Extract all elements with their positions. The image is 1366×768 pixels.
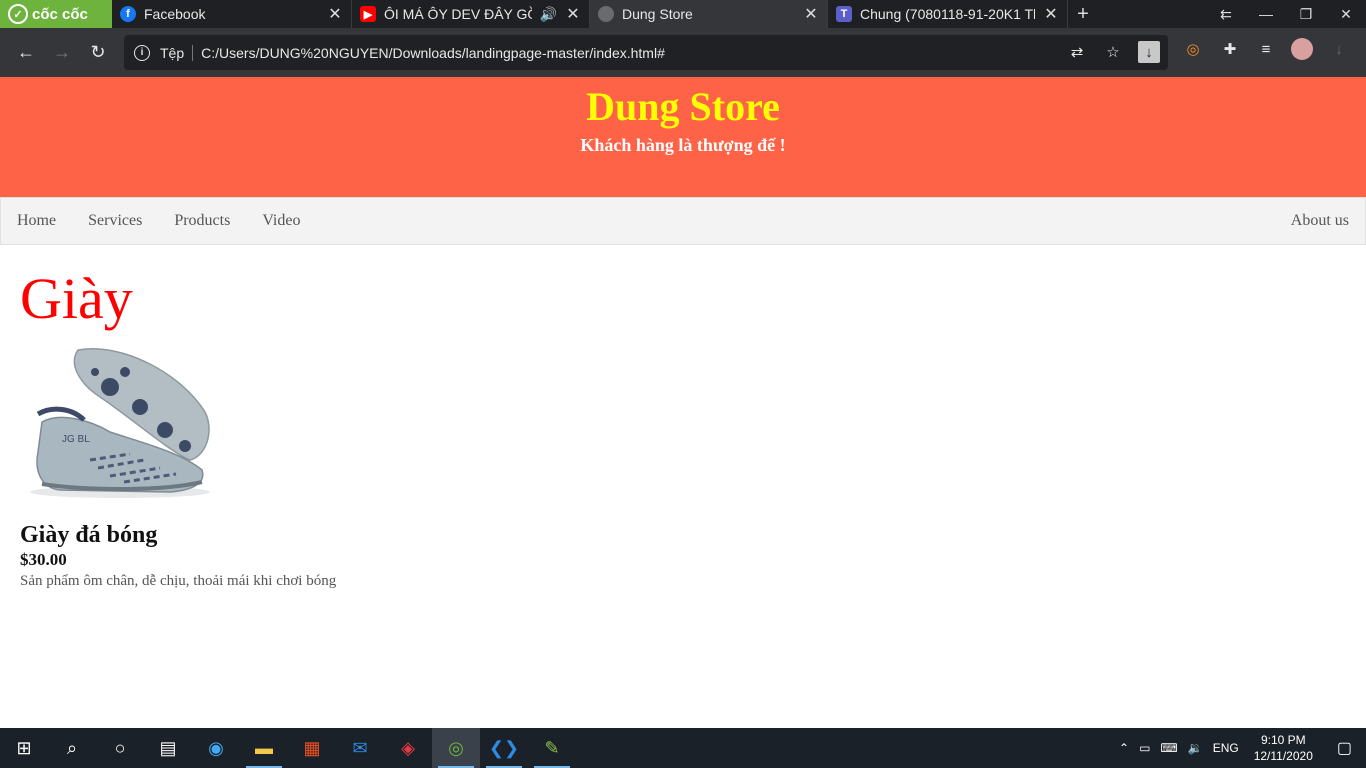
edge-icon[interactable]: ◉ [192,728,240,768]
tab-strip: ✓ cốc cốc f Facebook ✕ ▶ ÔI MÁ ÔY DEV ĐÂ… [0,0,1366,28]
new-tab-button[interactable]: + [1068,0,1098,28]
tab-title: Facebook [144,6,206,22]
brand-label: cốc cốc [32,5,88,23]
notification-icon[interactable]: ▢ [1323,738,1366,758]
translate-icon[interactable]: ⇄ [1066,41,1088,63]
site-header: Dung Store Khách hàng là thượng đế ! [0,77,1366,197]
notepad-icon[interactable]: ✎ [528,728,576,768]
coccoc-icon[interactable]: ◎ [432,728,480,768]
clock-time: 9:10 PM [1260,733,1306,747]
volume-icon[interactable]: 🔉 [1183,741,1208,755]
coccoc-menu-button[interactable]: ✓ cốc cốc [0,0,112,28]
tab-dung-store[interactable]: Dung Store ✕ [590,0,828,28]
nav-video[interactable]: Video [246,212,316,230]
garena-icon[interactable]: ◈ [384,728,432,768]
tab-teams[interactable]: T Chung (7080118-91-20K1 Thi ✕ [828,0,1068,28]
maximize-button[interactable]: ❐ [1286,0,1326,28]
task-view-icon[interactable]: ▤ [144,728,192,768]
system-tray: ⌃ ▭ ⌨ 🔉 ENG 9:10 PM 12/11/2020 ▢ [1114,728,1366,768]
close-icon[interactable]: ✕ [1043,4,1059,24]
store-icon[interactable]: ▦ [288,728,336,768]
search-icon[interactable]: ⌕ [48,728,96,768]
vscode-icon[interactable]: ❮❯ [480,728,528,768]
teams-icon: T [836,6,852,22]
url-text[interactable]: C:/Users/DUNG%20NGUYEN/Downloads/landing… [201,45,665,61]
tab-title: Chung (7080118-91-20K1 Thi [860,6,1035,22]
clock-date: 12/11/2020 [1253,749,1313,763]
close-icon[interactable]: ✕ [327,4,343,24]
product-name: Giày đá bóng [20,522,158,548]
coccoc-logo-icon: ✓ [8,4,28,24]
tab-youtube[interactable]: ▶ ÔI MÁ ÔY DEV ĐÂY GỒY - 🔊 ✕ [352,0,590,28]
file-explorer-icon[interactable]: ▬ [240,728,288,768]
nav-about-us[interactable]: About us [1275,212,1365,230]
site-title: Dung Store [586,84,780,129]
battery-icon[interactable]: ▭ [1134,741,1155,755]
category-title: Giày [20,266,133,331]
chevron-up-icon[interactable]: ⌃ [1114,741,1134,755]
tab-title: Dung Store [622,6,693,22]
coccoc-extension-icon[interactable]: ◎ [1182,38,1204,60]
back-button[interactable]: ← [8,35,44,71]
browser-toolbar: ← → ↻ i Tệp C:/Users/DUNG%20NGUYEN/Downl… [0,28,1366,77]
security-label: Tệp [160,44,194,61]
site-nav: Home Services Products Video About us [0,197,1366,245]
media-queue-icon[interactable]: ≡ [1255,38,1277,60]
product-description: Sản phẩm ôm chân, dễ chịu, thoải mái khi… [20,573,337,589]
facebook-icon: f [120,6,136,22]
profile-avatar[interactable] [1291,38,1313,60]
address-bar[interactable]: i Tệp C:/Users/DUNG%20NGUYEN/Downloads/l… [124,35,1168,70]
info-icon[interactable]: i [134,44,150,61]
reload-button[interactable]: ↻ [80,35,116,71]
globe-icon [598,6,614,22]
cortana-icon[interactable]: ○ [96,728,144,768]
product-image: JG BL [30,348,210,498]
tab-title: ÔI MÁ ÔY DEV ĐÂY GỒY - [384,6,532,22]
taskbar: ⊞ ⌕ ○ ▤ ◉ ▬ ▦ ✉ ◈ ◎ ❮❯ ✎ ⌃ ▭ ⌨ 🔉 ENG 9:1… [0,728,1366,768]
clock[interactable]: 9:10 PM 12/11/2020 [1244,732,1323,764]
language-indicator[interactable]: ENG [1208,741,1244,755]
close-icon[interactable]: ✕ [565,4,581,24]
window-controls: ⇇ — ❐ ✕ [1206,0,1366,28]
youtube-icon: ▶ [360,6,376,22]
network-icon[interactable]: ⌨ [1155,741,1182,755]
omnibox-actions: ⇄ ☆ ↓ [1066,41,1160,63]
nav-services[interactable]: Services [72,212,158,230]
product-logo-text: JG BL [62,434,90,445]
speaker-icon[interactable]: 🔊 [540,6,557,23]
star-icon[interactable]: ☆ [1102,41,1124,63]
download-page-icon[interactable]: ↓ [1138,41,1160,63]
close-window-button[interactable]: ✕ [1326,0,1366,28]
nav-products[interactable]: Products [158,212,246,230]
download-icon[interactable]: ↓ [1328,38,1350,60]
product-price: $30.00 [20,550,67,569]
windows-start-icon[interactable]: ⊞ [0,728,48,768]
close-icon[interactable]: ✕ [803,4,819,24]
nav-home[interactable]: Home [1,212,72,230]
tab-facebook[interactable]: f Facebook ✕ [112,0,352,28]
restore-tabs-icon[interactable]: ⇇ [1206,0,1246,28]
extensions-icon[interactable]: ✚ [1219,38,1241,60]
minimize-button[interactable]: — [1246,0,1286,28]
main-content: Giày JG BL Giày đá bóng $30.00 Sản phẩm … [20,266,336,591]
forward-button[interactable]: → [44,35,80,71]
mail-icon[interactable]: ✉ [336,728,384,768]
site-tagline: Khách hàng là thượng đế ! [580,135,786,155]
